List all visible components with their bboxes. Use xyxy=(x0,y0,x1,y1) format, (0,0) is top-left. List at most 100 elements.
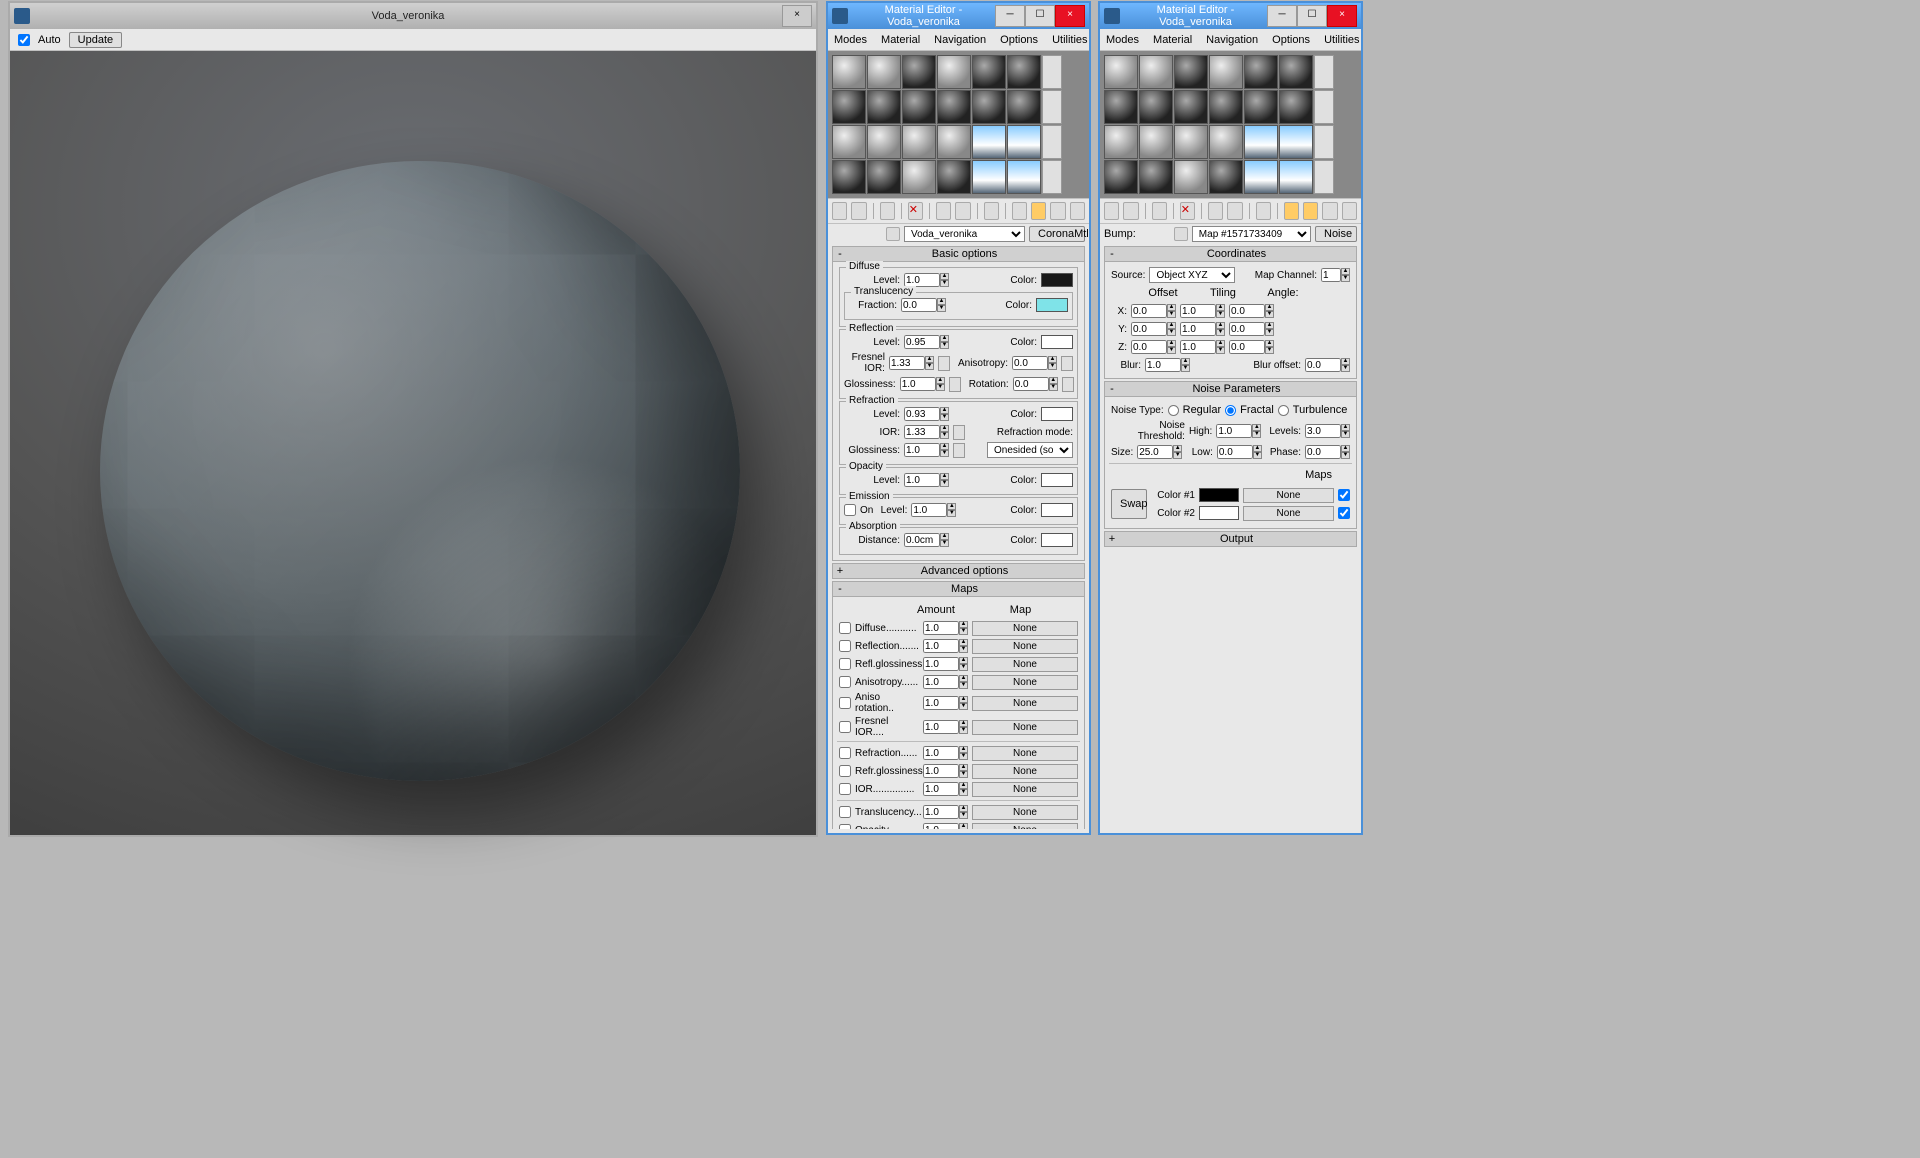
show-map-icon[interactable] xyxy=(1284,202,1299,220)
menu-navigation[interactable]: Navigation xyxy=(934,34,986,46)
mat-sample[interactable] xyxy=(1174,90,1208,124)
map-amount-spinner[interactable]: ▲▼ xyxy=(923,782,968,796)
mat-sample[interactable] xyxy=(1007,90,1041,124)
noise-high-spinner[interactable]: ▲▼ xyxy=(1216,424,1261,438)
noise-params-header[interactable]: -Noise Parameters xyxy=(1104,381,1357,397)
map-amount-spinner[interactable]: ▲▼ xyxy=(923,696,968,710)
map-channel-spinner[interactable]: ▲▼ xyxy=(1321,268,1350,282)
y-angle-spinner[interactable]: ▲▼ xyxy=(1229,322,1274,336)
translucency-color-swatch[interactable] xyxy=(1036,298,1068,312)
noise-regular-radio[interactable] xyxy=(1168,405,1179,416)
options-icon[interactable] xyxy=(1042,160,1062,194)
advanced-options-header[interactable]: +Advanced options xyxy=(832,563,1085,579)
mat-sample[interactable] xyxy=(972,55,1006,89)
update-button[interactable]: Update xyxy=(69,32,122,48)
z-tiling-spinner[interactable]: ▲▼ xyxy=(1180,340,1225,354)
map-enable-checkbox[interactable] xyxy=(839,783,851,795)
y-tiling-spinner[interactable]: ▲▼ xyxy=(1180,322,1225,336)
map-slot-button[interactable]: None xyxy=(972,746,1078,761)
fresnel-map-button[interactable] xyxy=(938,356,950,371)
make-unique-icon[interactable] xyxy=(1227,202,1242,220)
source-select[interactable]: Object XYZ xyxy=(1149,267,1235,283)
aniso-spinner[interactable]: ▲▼ xyxy=(1012,356,1057,370)
z-offset-spinner[interactable]: ▲▼ xyxy=(1131,340,1176,354)
map-amount-spinner[interactable]: ▲▼ xyxy=(923,764,968,778)
map-amount-spinner[interactable]: ▲▼ xyxy=(923,675,968,689)
maximize-button[interactable]: ☐ xyxy=(1297,5,1327,27)
close-button[interactable]: × xyxy=(1055,5,1085,27)
rot-map-button[interactable] xyxy=(1062,377,1074,392)
ior-map-button[interactable] xyxy=(953,425,965,440)
x-offset-spinner[interactable]: ▲▼ xyxy=(1131,304,1176,318)
map-slot-button[interactable]: None xyxy=(972,720,1078,735)
rotation-spinner[interactable]: ▲▼ xyxy=(1013,377,1058,391)
close-button[interactable]: × xyxy=(1327,5,1357,27)
map-enable-checkbox[interactable] xyxy=(839,824,851,829)
mat-sample[interactable] xyxy=(832,55,866,89)
close-button[interactable]: × xyxy=(782,5,812,27)
refr-mode-select[interactable]: Onesided (solid) xyxy=(987,442,1073,458)
output-header[interactable]: +Output xyxy=(1104,531,1357,547)
y-offset-spinner[interactable]: ▲▼ xyxy=(1131,322,1176,336)
put-library-icon[interactable] xyxy=(1256,202,1271,220)
mat-sample[interactable] xyxy=(1209,160,1243,194)
mat-sample[interactable] xyxy=(902,125,936,159)
map-slot-button[interactable]: None xyxy=(972,805,1078,820)
mat-sample[interactable] xyxy=(1209,90,1243,124)
menu-utilities[interactable]: Utilities xyxy=(1052,34,1087,46)
mat-sample[interactable] xyxy=(937,125,971,159)
mat-sample[interactable] xyxy=(902,90,936,124)
blur-spinner[interactable]: ▲▼ xyxy=(1145,358,1190,372)
map-slot-button[interactable]: None xyxy=(972,621,1078,636)
me2-titlebar[interactable]: Material Editor - Voda_veronika ─ ☐ × xyxy=(1100,3,1361,29)
go-forward-icon[interactable] xyxy=(1070,202,1085,220)
go-parent-icon[interactable] xyxy=(1050,202,1065,220)
mat-sample[interactable] xyxy=(1174,160,1208,194)
auto-checkbox[interactable] xyxy=(18,34,30,46)
mat-sample[interactable] xyxy=(937,160,971,194)
noise-levels-spinner[interactable]: ▲▼ xyxy=(1305,424,1350,438)
emission-spinner[interactable]: ▲▼ xyxy=(911,503,956,517)
noise-map1-button[interactable]: None xyxy=(1243,488,1334,503)
menu-material[interactable]: Material xyxy=(1153,34,1192,46)
map-name-select[interactable]: Map #1571733409 xyxy=(1192,226,1311,242)
refr-color-swatch[interactable] xyxy=(1041,407,1073,421)
menu-utilities[interactable]: Utilities xyxy=(1324,34,1359,46)
gloss-map-button[interactable] xyxy=(949,377,961,392)
minimize-button[interactable]: ─ xyxy=(1267,5,1297,27)
mat-sample[interactable] xyxy=(1244,90,1278,124)
refr-gloss-spinner[interactable]: ▲▼ xyxy=(904,443,949,457)
emission-on-checkbox[interactable] xyxy=(844,504,856,516)
z-angle-spinner[interactable]: ▲▼ xyxy=(1229,340,1274,354)
absorption-color-swatch[interactable] xyxy=(1041,533,1073,547)
mat-sample[interactable] xyxy=(972,90,1006,124)
map-amount-spinner[interactable]: ▲▼ xyxy=(923,746,968,760)
pick-icon[interactable] xyxy=(886,227,900,241)
mat-sample[interactable] xyxy=(937,55,971,89)
map-amount-spinner[interactable]: ▲▼ xyxy=(923,657,968,671)
map-enable-checkbox[interactable] xyxy=(839,747,851,759)
map-amount-spinner[interactable]: ▲▼ xyxy=(923,823,968,829)
me1-titlebar[interactable]: Material Editor - Voda_veronika ─ ☐ × xyxy=(828,3,1089,29)
mat-sample[interactable] xyxy=(1279,125,1313,159)
make-unique-icon[interactable] xyxy=(955,202,970,220)
map-slot-button[interactable]: None xyxy=(972,675,1078,690)
mat-sample[interactable] xyxy=(1104,160,1138,194)
map-enable-checkbox[interactable] xyxy=(839,721,851,733)
mat-sample[interactable] xyxy=(1139,90,1173,124)
distance-spinner[interactable]: ▲▼ xyxy=(904,533,949,547)
map-enable-checkbox[interactable] xyxy=(839,622,851,634)
sample-type-icon[interactable] xyxy=(1042,55,1062,89)
show-end-icon[interactable] xyxy=(1031,202,1046,220)
mat-sample[interactable] xyxy=(1139,55,1173,89)
x-angle-spinner[interactable]: ▲▼ xyxy=(1229,304,1274,318)
emission-color-swatch[interactable] xyxy=(1041,503,1073,517)
map-slot-button[interactable]: None xyxy=(972,639,1078,654)
mat-sample[interactable] xyxy=(1174,55,1208,89)
coordinates-header[interactable]: -Coordinates xyxy=(1104,246,1357,262)
get-material-icon[interactable] xyxy=(1104,202,1119,220)
map-slot-button[interactable]: None xyxy=(972,823,1078,830)
mat-sample[interactable] xyxy=(972,160,1006,194)
mat-sample[interactable] xyxy=(1104,125,1138,159)
go-parent-icon[interactable] xyxy=(1322,202,1337,220)
